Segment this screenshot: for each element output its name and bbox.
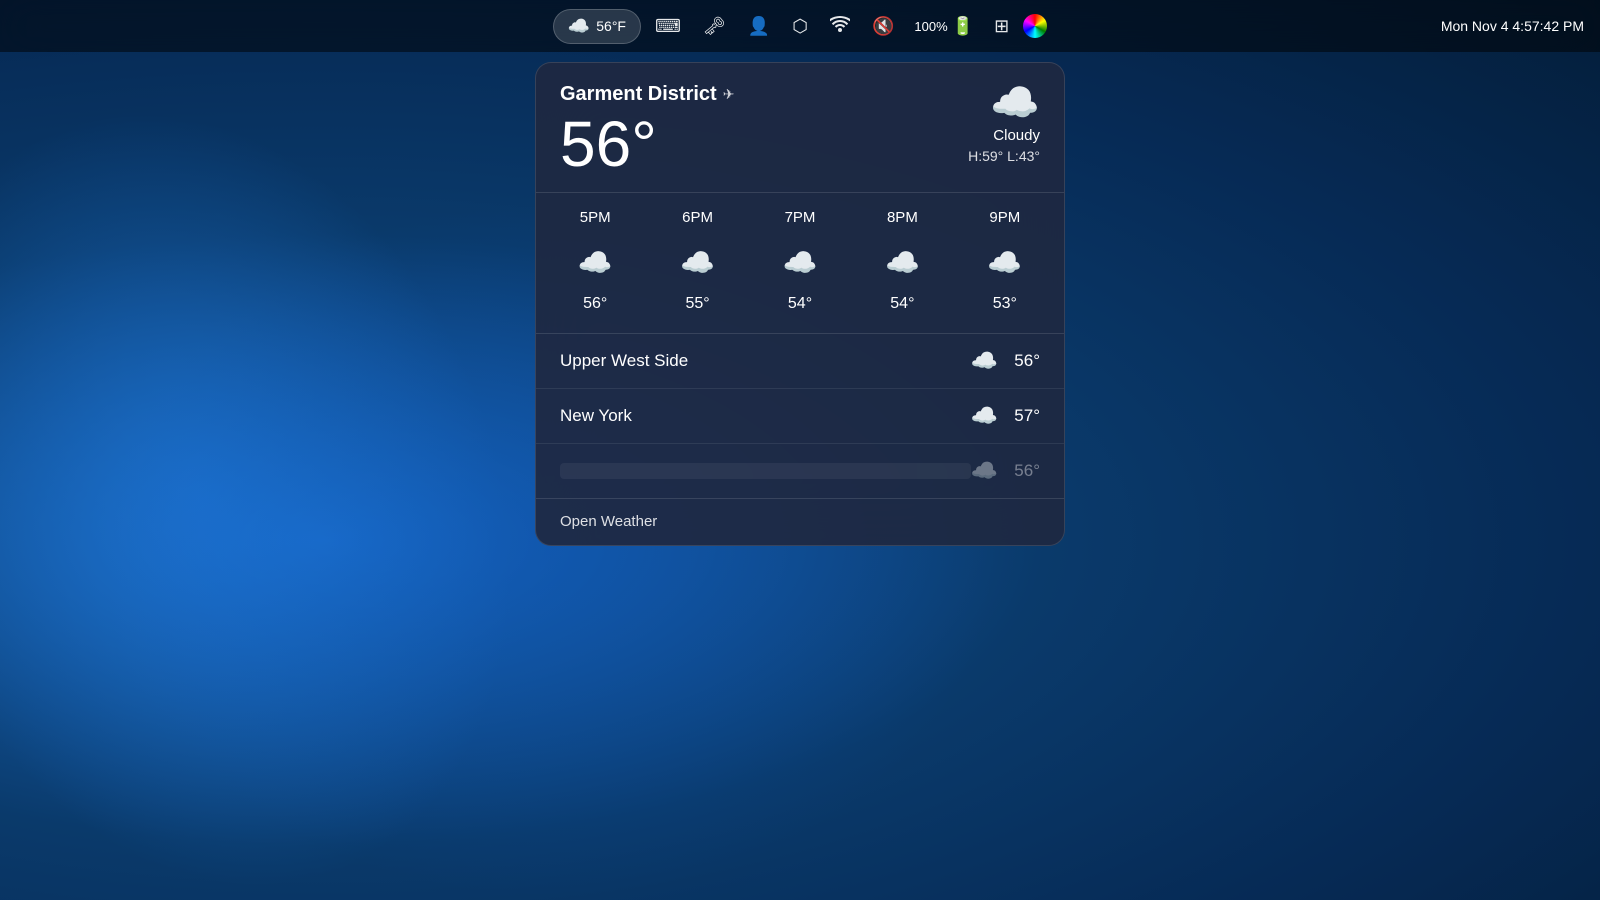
hourly-temp-1: 55° bbox=[646, 287, 748, 317]
loc-name-1: New York bbox=[560, 406, 971, 426]
condition-icon-large: ☁️ bbox=[990, 83, 1040, 123]
menubar-right: Mon Nov 4 4:57:42 PM bbox=[1441, 18, 1584, 34]
menubar-datetime: Mon Nov 4 4:57:42 PM bbox=[1441, 18, 1584, 34]
battery-icon: 🔋 bbox=[952, 16, 974, 37]
loc-temp-1: 57° bbox=[1014, 406, 1040, 426]
hourly-icon-1: ☁️ bbox=[646, 238, 748, 287]
hourly-grid-times: 5PM 6PM 7PM 8PM 9PM bbox=[536, 205, 1064, 238]
hourly-temp-4: 53° bbox=[954, 287, 1056, 317]
high-low-label: H:59° L:43° bbox=[968, 148, 1040, 164]
hourly-icon-4: ☁️ bbox=[954, 238, 1056, 287]
menubar-center: ☁️ 56°F ⌨ 🗝 👤 ⬡ 🔇 100% 🔋 ⊞ bbox=[553, 9, 1047, 44]
loc-name-2 bbox=[560, 463, 971, 479]
hourly-temp-2: 54° bbox=[749, 287, 851, 317]
menubar: ☁️ 56°F ⌨ 🗝 👤 ⬡ 🔇 100% 🔋 ⊞ Mon Nov 4 4:5… bbox=[0, 0, 1600, 52]
location-arrow-icon: ✈ bbox=[723, 86, 735, 103]
hourly-icon-3: ☁️ bbox=[851, 238, 953, 287]
hourly-grid-icons: ☁️ ☁️ ☁️ ☁️ ☁️ bbox=[536, 238, 1064, 287]
bluetooth-icon[interactable]: ⬡ bbox=[784, 12, 816, 41]
low-temp: L:43° bbox=[1007, 148, 1040, 164]
wifi-icon[interactable] bbox=[822, 12, 858, 41]
mute-icon[interactable]: 🔇 bbox=[864, 12, 902, 41]
hourly-time-1: 6PM bbox=[646, 205, 748, 238]
hourly-icon-2: ☁️ bbox=[749, 238, 851, 287]
macos-icon[interactable] bbox=[1023, 14, 1047, 38]
location-list-item-1[interactable]: New York ☁️ 57° bbox=[536, 389, 1064, 444]
hourly-time-0: 5PM bbox=[544, 205, 646, 238]
loc-temp-2: 56° bbox=[1014, 461, 1040, 481]
menubar-temp: 56°F bbox=[596, 18, 626, 34]
hourly-icon-0: ☁️ bbox=[544, 238, 646, 287]
loc-temp-0: 56° bbox=[1014, 351, 1040, 371]
key-icon[interactable]: 🗝 bbox=[695, 12, 734, 41]
location-list-item-0[interactable]: Upper West Side ☁️ 56° bbox=[536, 334, 1064, 389]
current-temperature: 56° bbox=[560, 112, 734, 176]
location-name: Garment District bbox=[560, 83, 717, 106]
battery-percent: 100% bbox=[914, 19, 947, 34]
loc-icon-0: ☁️ bbox=[971, 348, 998, 374]
loc-name-0: Upper West Side bbox=[560, 351, 971, 371]
hourly-temp-0: 56° bbox=[544, 287, 646, 317]
hourly-time-2: 7PM bbox=[749, 205, 851, 238]
open-weather-row[interactable]: Open Weather bbox=[536, 498, 1064, 545]
current-conditions-left: Garment District ✈ 56° bbox=[560, 83, 734, 176]
control-center-icon[interactable]: ⊞ bbox=[986, 12, 1017, 41]
battery-indicator: 100% 🔋 bbox=[908, 16, 980, 37]
weather-menubar-button[interactable]: ☁️ 56°F bbox=[553, 9, 641, 44]
location-list: Upper West Side ☁️ 56° New York ☁️ 57° ☁… bbox=[536, 334, 1064, 498]
cloud-menubar-icon: ☁️ bbox=[568, 16, 590, 37]
hourly-forecast: 5PM 6PM 7PM 8PM 9PM ☁️ ☁️ ☁️ ☁️ ☁️ 56° 5… bbox=[536, 192, 1064, 334]
keyboard-icon[interactable]: ⌨ bbox=[647, 12, 689, 41]
hourly-grid-temps: 56° 55° 54° 54° 53° bbox=[536, 287, 1064, 317]
user-icon[interactable]: 👤 bbox=[740, 12, 778, 41]
hourly-time-4: 9PM bbox=[954, 205, 1056, 238]
hourly-time-3: 8PM bbox=[851, 205, 953, 238]
open-weather-label[interactable]: Open Weather bbox=[560, 513, 657, 530]
hourly-temp-3: 54° bbox=[851, 287, 953, 317]
weather-popup: Garment District ✈ 56° ☁️ Cloudy H:59° L… bbox=[535, 62, 1065, 546]
condition-label: Cloudy bbox=[993, 127, 1040, 144]
current-conditions-right: ☁️ Cloudy H:59° L:43° bbox=[968, 83, 1040, 164]
location-row: Garment District ✈ bbox=[560, 83, 734, 106]
location-list-item-2[interactable]: ☁️ 56° bbox=[536, 444, 1064, 498]
popup-header: Garment District ✈ 56° ☁️ Cloudy H:59° L… bbox=[536, 63, 1064, 192]
loc-icon-1: ☁️ bbox=[971, 403, 998, 429]
high-temp: H:59° bbox=[968, 148, 1003, 164]
loc-icon-2: ☁️ bbox=[971, 458, 998, 484]
